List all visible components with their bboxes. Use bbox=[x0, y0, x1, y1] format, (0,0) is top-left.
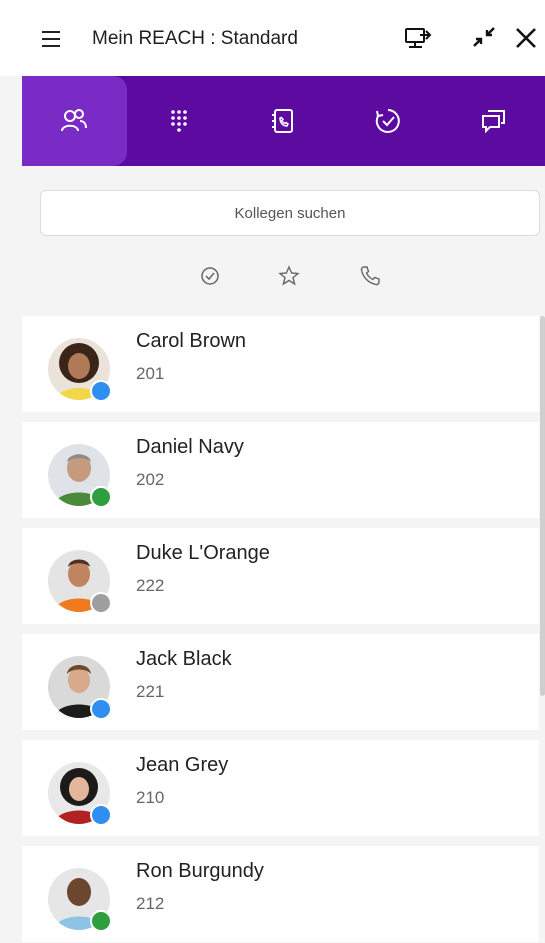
avatar bbox=[48, 762, 112, 826]
contact-name: Ron Burgundy bbox=[136, 860, 264, 882]
contact-extension: 201 bbox=[136, 364, 165, 383]
list-item[interactable]: Daniel Navy 202 bbox=[22, 422, 539, 518]
phone-icon[interactable] bbox=[358, 264, 382, 288]
contact-extension: 212 bbox=[136, 894, 165, 913]
contacts-icon bbox=[61, 109, 88, 132]
search-box[interactable] bbox=[40, 190, 540, 236]
filter-bar bbox=[22, 264, 545, 292]
screen-share-icon[interactable] bbox=[404, 24, 432, 52]
tab-dialpad[interactable] bbox=[127, 76, 232, 166]
avatar bbox=[48, 444, 112, 508]
avatar bbox=[48, 868, 112, 932]
messages-icon bbox=[481, 110, 505, 134]
contact-name: Jean Grey bbox=[136, 754, 229, 776]
avatar bbox=[48, 550, 112, 614]
dialpad-icon bbox=[171, 110, 187, 132]
content-area: Carol Brown 201 Daniel Navy 202 bbox=[22, 166, 545, 943]
check-circle-icon[interactable] bbox=[198, 264, 222, 288]
list-item[interactable]: Jean Grey 210 bbox=[22, 740, 539, 836]
list-item[interactable]: Duke L'Orange 222 bbox=[22, 528, 539, 624]
avatar bbox=[48, 338, 112, 402]
status-badge bbox=[90, 486, 112, 508]
tab-contacts[interactable] bbox=[22, 76, 127, 166]
contact-extension: 202 bbox=[136, 470, 165, 489]
colleague-list: Carol Brown 201 Daniel Navy 202 Duke L'O… bbox=[22, 316, 545, 943]
tab-messages[interactable] bbox=[440, 76, 545, 166]
contact-extension: 221 bbox=[136, 682, 165, 701]
menu-icon[interactable] bbox=[40, 27, 64, 51]
status-badge bbox=[90, 910, 112, 932]
status-badge bbox=[90, 592, 112, 614]
scrollbar[interactable] bbox=[540, 316, 545, 696]
list-item[interactable]: Carol Brown 201 bbox=[22, 316, 539, 412]
app-title: Mein REACH : Standard bbox=[92, 28, 298, 49]
history-icon bbox=[375, 109, 400, 133]
contact-name: Carol Brown bbox=[136, 330, 247, 352]
close-icon[interactable] bbox=[512, 24, 540, 52]
list-item[interactable]: Jack Black 221 bbox=[22, 634, 539, 730]
status-badge bbox=[90, 804, 112, 826]
status-badge bbox=[90, 698, 112, 720]
star-icon[interactable] bbox=[277, 264, 301, 288]
contact-extension: 222 bbox=[136, 576, 165, 595]
title-bar: Mein REACH : Standard bbox=[0, 0, 545, 76]
tab-phonebook[interactable] bbox=[231, 76, 336, 166]
contact-name: Jack Black bbox=[136, 648, 232, 670]
contact-name: Daniel Navy bbox=[136, 436, 244, 458]
tab-history[interactable] bbox=[336, 76, 441, 166]
phonebook-icon bbox=[272, 109, 294, 133]
status-badge bbox=[90, 380, 112, 402]
avatar bbox=[48, 656, 112, 720]
nav-bar bbox=[22, 76, 545, 166]
collapse-icon[interactable] bbox=[470, 24, 498, 52]
contact-extension: 210 bbox=[136, 788, 165, 807]
list-item[interactable]: Ron Burgundy 212 bbox=[22, 846, 539, 942]
contact-name: Duke L'Orange bbox=[136, 542, 270, 564]
search-input[interactable] bbox=[41, 203, 539, 223]
